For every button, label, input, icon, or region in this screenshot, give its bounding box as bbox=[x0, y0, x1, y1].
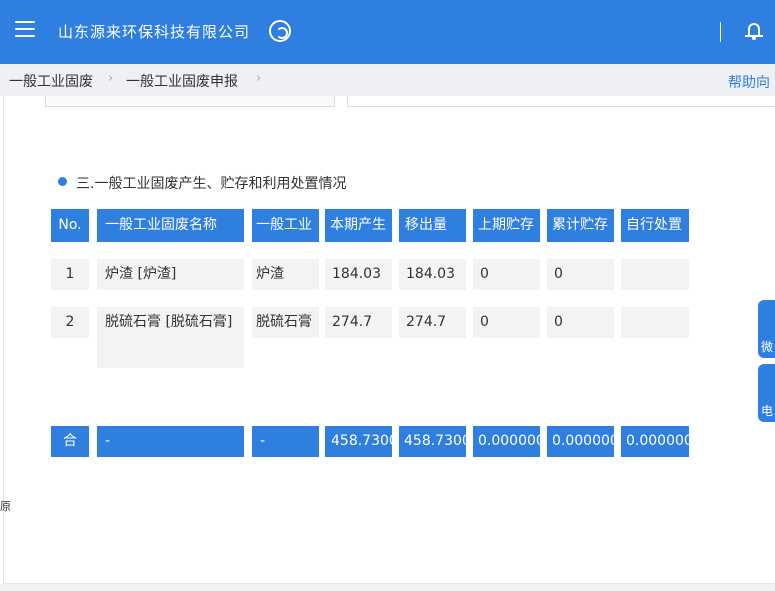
table-row-2-removed: 274.7 bbox=[399, 307, 466, 338]
chevron-right-icon: › bbox=[256, 71, 262, 86]
table-header-category: 一般工业 bbox=[252, 209, 319, 242]
section-title: 三.一般工业固废产生、贮存和利用处置情况 bbox=[76, 176, 347, 192]
table-total-prev-storage: 0.000000 bbox=[473, 426, 540, 457]
table-total-category: - bbox=[252, 426, 319, 457]
bell-icon[interactable] bbox=[745, 22, 763, 40]
table-row-1-removed: 184.03 bbox=[399, 259, 466, 290]
table-header-removed: 移出量 bbox=[399, 209, 466, 242]
side-tab-wechat[interactable]: 微 bbox=[758, 300, 775, 358]
table-header-no: No. bbox=[51, 209, 89, 242]
help-link[interactable]: 帮助向 bbox=[728, 72, 770, 92]
breadcrumb-item-declaration[interactable]: 一般工业固废申报 bbox=[126, 71, 238, 91]
table-total-label: 合 bbox=[51, 426, 89, 457]
table-total-removed: 458.7300 bbox=[399, 426, 466, 457]
table-row-2-category: 脱硫石膏 bbox=[252, 307, 319, 338]
table-row-1-total-storage: 0 bbox=[547, 259, 614, 290]
table-total-name: - bbox=[97, 426, 244, 457]
menu-icon[interactable] bbox=[15, 21, 35, 39]
main-content: 三.一般工业固废产生、贮存和利用处置情况 No. 一般工业固废名称 一般工业 本… bbox=[3, 96, 775, 584]
left-edge-text: 原 bbox=[0, 500, 11, 513]
table-row-2-no: 2 bbox=[51, 307, 89, 338]
table-row-1-name: 炉渣 [炉渣] bbox=[97, 259, 244, 290]
table-total-self-disposal: 0.000000 bbox=[621, 426, 689, 457]
table-total-generated: 458.7300 bbox=[325, 426, 392, 457]
bottom-strip bbox=[0, 584, 775, 591]
table-row-1-category: 炉渣 bbox=[252, 259, 319, 290]
table-row-2-generated: 274.7 bbox=[325, 307, 392, 338]
previous-row-input[interactable] bbox=[347, 96, 775, 107]
table-row-1-no: 1 bbox=[51, 259, 89, 290]
section-bullet-icon bbox=[58, 177, 67, 186]
breadcrumb-item-industrial-waste[interactable]: 一般工业固废 bbox=[9, 71, 93, 91]
side-tab-phone[interactable]: 电 bbox=[758, 364, 775, 422]
top-bar: 山东源来环保科技有限公司 bbox=[0, 0, 775, 64]
table-row-1-prev-storage: 0 bbox=[473, 259, 540, 290]
table-row-2-self-disposal bbox=[621, 307, 689, 338]
company-name: 山东源来环保科技有限公司 bbox=[58, 23, 251, 41]
side-tab-phone-label: 电 bbox=[761, 404, 774, 418]
table-header-total-storage: 累计贮存 bbox=[547, 209, 614, 242]
table-total-total-storage: 0.000000 bbox=[547, 426, 614, 457]
table-row-2-prev-storage: 0 bbox=[473, 307, 540, 338]
table-header-self-disposal: 自行处置 bbox=[621, 209, 689, 242]
table-header-prev-storage: 上期贮存 bbox=[473, 209, 540, 242]
table-row-1-generated: 184.03 bbox=[325, 259, 392, 290]
table-row-2-total-storage: 0 bbox=[547, 307, 614, 338]
previous-row-label bbox=[45, 96, 335, 107]
chevron-right-icon: › bbox=[108, 71, 114, 86]
side-tab-wechat-label: 微 bbox=[761, 340, 774, 354]
breadcrumb: 一般工业固废 › 一般工业固废申报 › 帮助向 bbox=[0, 64, 775, 96]
table-row-2-name: 脱硫石膏 [脱硫石膏] bbox=[97, 307, 244, 368]
topbar-divider bbox=[720, 22, 721, 42]
table-row-1-self-disposal bbox=[621, 259, 689, 290]
table-header-generated: 本期产生 bbox=[325, 209, 392, 242]
table-header-name: 一般工业固废名称 bbox=[97, 209, 244, 242]
refresh-icon[interactable] bbox=[269, 20, 291, 42]
